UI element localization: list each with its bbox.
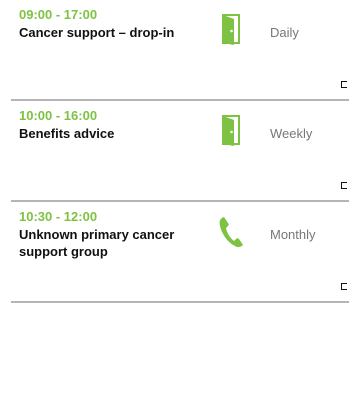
event-time: 09:00 - 17:00 [19,7,98,22]
door-icon [217,114,245,146]
event-title: Cancer support – drop-in [19,25,175,40]
event-title: Unknown primary cancer support group [19,227,175,259]
event-title: Benefits advice [19,126,115,141]
phone-icon [217,215,245,248]
event-frequency: Weekly [270,126,313,141]
door-icon [217,13,245,45]
event-frequency: Monthly [270,227,316,242]
list-item[interactable]: 09:00 - 17:00 Cancer support – drop-in D… [11,0,349,101]
event-frequency: Daily [270,25,299,40]
list-item[interactable]: 10:30 - 12:00 Unknown primary cancer sup… [11,202,349,303]
expand-button[interactable] [341,283,347,290]
list-item[interactable]: 10:00 - 16:00 Benefits advice Weekly [11,101,349,202]
expand-button[interactable] [341,81,347,88]
event-time: 10:00 - 16:00 [19,108,98,123]
event-list: 09:00 - 17:00 Cancer support – drop-in D… [11,0,349,303]
expand-button[interactable] [341,182,347,189]
event-time: 10:30 - 12:00 [19,209,98,224]
